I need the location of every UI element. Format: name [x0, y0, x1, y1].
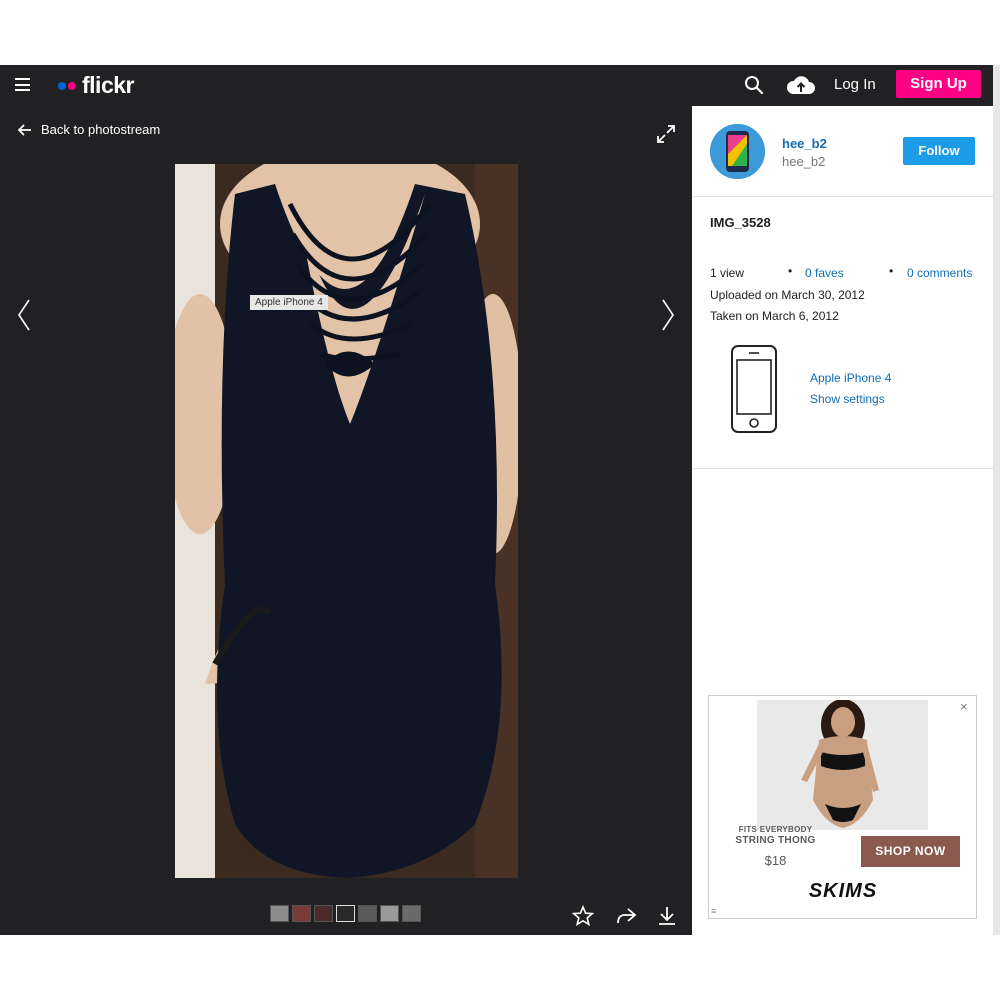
- logo-blue-dot: [58, 81, 66, 90]
- back-to-photostream-link[interactable]: Back to photostream: [18, 122, 160, 137]
- ad-product-name: FITS EVERYBODY LACE STRING THONG: [728, 825, 823, 846]
- divider: [692, 468, 993, 469]
- thumbnail[interactable]: [380, 905, 399, 922]
- ad-info-icon[interactable]: ≡: [711, 906, 716, 916]
- signup-button[interactable]: Sign Up: [896, 70, 981, 98]
- stat-separator: •: [889, 264, 894, 278]
- divider: [692, 196, 993, 197]
- logo-text: flickr: [82, 72, 134, 98]
- chevron-right-icon[interactable]: [660, 298, 676, 337]
- back-label: Back to photostream: [41, 122, 161, 137]
- show-settings-link[interactable]: Show settings: [810, 392, 885, 406]
- ad-product-line1: FITS EVERYBODY LACE: [738, 825, 813, 835]
- login-link[interactable]: Log In: [834, 76, 876, 93]
- thumbnail[interactable]: [336, 905, 355, 922]
- owner-realname: hee_b2: [782, 154, 826, 169]
- thumbnail[interactable]: [292, 905, 311, 922]
- thumbnail[interactable]: [270, 905, 289, 922]
- comments-link[interactable]: 0 comments: [907, 266, 972, 280]
- ad-image[interactable]: [757, 700, 928, 830]
- owner-username[interactable]: hee_b2: [782, 136, 827, 151]
- scrollbar[interactable]: [993, 65, 1000, 935]
- share-icon[interactable]: [615, 905, 637, 932]
- ad-brand-logo[interactable]: SKIMS: [788, 880, 898, 903]
- faves-link[interactable]: 0 faves: [805, 266, 844, 280]
- search-icon[interactable]: [744, 75, 764, 100]
- view-count: 1 view: [710, 266, 745, 280]
- logo-pink-dot: [68, 81, 76, 90]
- photo-note-tag[interactable]: Apple iPhone 4: [250, 295, 328, 310]
- taken-date: Taken on March 6, 2012: [710, 309, 839, 323]
- shop-now-button[interactable]: SHOP NOW: [861, 836, 960, 867]
- thumbnail[interactable]: [402, 905, 421, 922]
- follow-button[interactable]: Follow: [903, 137, 975, 165]
- thumbnail-strip: [270, 905, 421, 922]
- avatar[interactable]: [710, 124, 765, 179]
- flickr-logo[interactable]: flickr: [58, 72, 134, 99]
- arrow-left-icon: [18, 123, 31, 136]
- star-icon[interactable]: [571, 904, 595, 932]
- chevron-left-icon[interactable]: [16, 298, 32, 337]
- ad-product-line2: STRING THONG: [735, 835, 816, 846]
- thumbnail[interactable]: [358, 905, 377, 922]
- stat-separator: •: [788, 264, 793, 278]
- phone-icon: [730, 344, 778, 439]
- download-icon[interactable]: [656, 905, 678, 932]
- photo-title: IMG_3528: [710, 215, 771, 230]
- ad-close-button[interactable]: ×: [960, 699, 968, 714]
- menu-icon[interactable]: [15, 78, 30, 91]
- upload-cloud-icon[interactable]: [786, 74, 816, 101]
- ad-price: $18: [764, 853, 787, 868]
- main-photo[interactable]: [175, 164, 518, 878]
- thumbnail[interactable]: [314, 905, 333, 922]
- expand-icon[interactable]: [656, 124, 676, 149]
- camera-link[interactable]: Apple iPhone 4: [810, 371, 891, 385]
- upload-date: Uploaded on March 30, 2012: [710, 288, 865, 302]
